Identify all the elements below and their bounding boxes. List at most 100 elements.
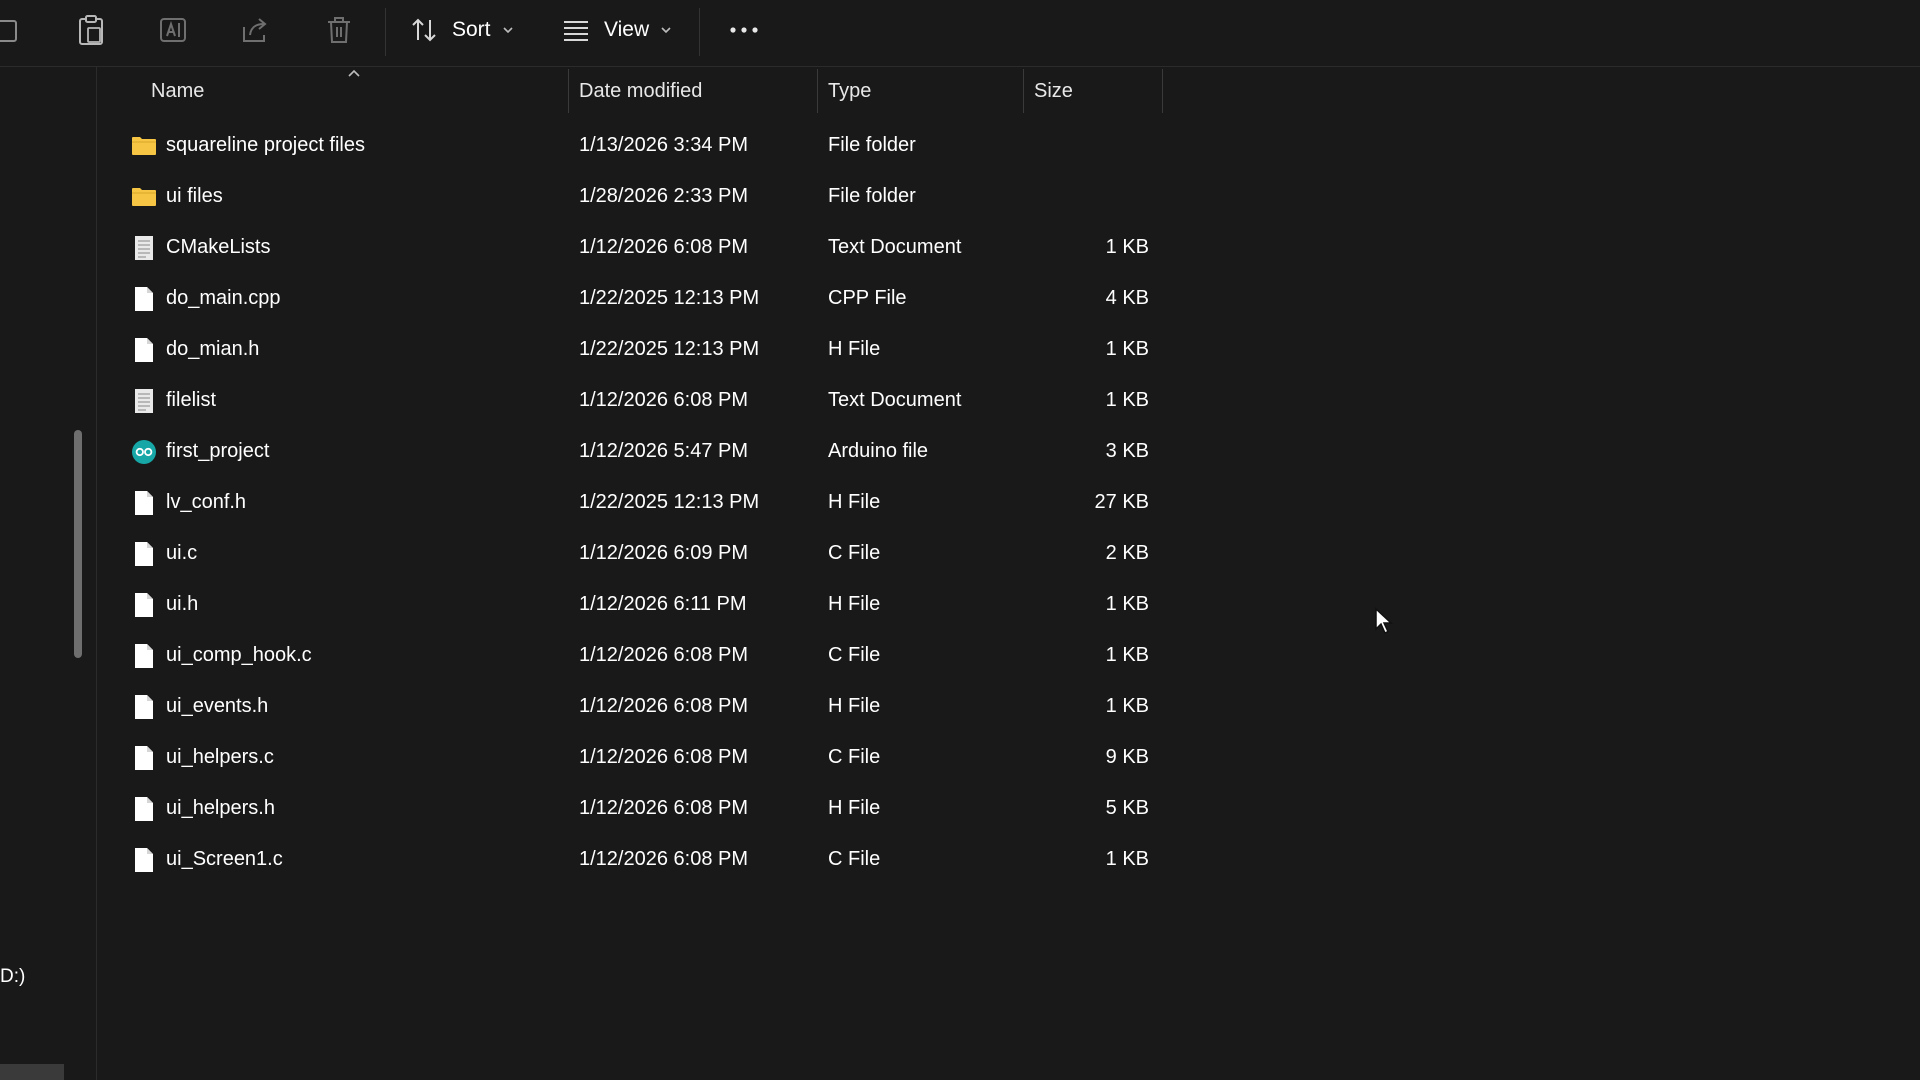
file-icon	[131, 273, 157, 324]
file-size: 1 KB	[1105, 695, 1149, 717]
file-row[interactable]: ui_comp_hook.c 1/12/2026 6:08 PM C File …	[97, 630, 1157, 681]
arduino-icon	[131, 426, 157, 477]
file-icon	[131, 732, 157, 783]
file-date-modified: 1/22/2025 12:13 PM	[579, 491, 760, 513]
file-type: CPP File	[828, 287, 907, 309]
file-row[interactable]: ui.h 1/12/2026 6:11 PM H File 1 KB	[97, 579, 1157, 630]
view-label: View	[604, 18, 650, 41]
file-date-modified: 1/12/2026 6:08 PM	[579, 644, 749, 666]
sort-icon	[412, 18, 436, 42]
text-file-icon	[131, 375, 157, 426]
file-type: C File	[828, 542, 881, 564]
sort-button[interactable]: Sort	[410, 10, 516, 50]
file-name: ui_helpers.h	[166, 797, 275, 819]
file-type: H File	[828, 695, 881, 717]
file-icon	[131, 528, 157, 579]
file-name: filelist	[166, 389, 217, 411]
list-view-icon	[564, 21, 588, 41]
file-type: Arduino file	[828, 440, 929, 462]
file-row[interactable]: do_mian.h 1/22/2025 12:13 PM H File 1 KB	[97, 324, 1157, 375]
file-row[interactable]: ui_events.h 1/12/2026 6:08 PM H File 1 K…	[97, 681, 1157, 732]
navigation-pane: D:)	[0, 67, 97, 1080]
more-icon	[730, 27, 758, 33]
share-button[interactable]	[238, 10, 272, 50]
chevron-down-icon	[661, 27, 671, 34]
copy-button[interactable]	[0, 10, 22, 50]
file-row[interactable]: ui_helpers.c 1/12/2026 6:08 PM C File 9 …	[97, 732, 1157, 783]
file-row[interactable]: filelist 1/12/2026 6:08 PM Text Document…	[97, 375, 1157, 426]
more-options-button[interactable]	[724, 10, 764, 50]
file-size: 1 KB	[1105, 848, 1149, 870]
file-date-modified: 1/12/2026 6:08 PM	[579, 797, 749, 819]
file-type: H File	[828, 491, 881, 513]
column-header-name[interactable]: Name	[151, 67, 551, 115]
file-date-modified: 1/22/2025 12:13 PM	[579, 338, 760, 360]
mouse-cursor-icon	[1375, 607, 1393, 635]
command-bar: Sort View	[0, 0, 1920, 67]
file-size: 1 KB	[1105, 593, 1149, 615]
file-row[interactable]: do_main.cpp 1/22/2025 12:13 PM CPP File …	[97, 273, 1157, 324]
column-header-date[interactable]: Date modified	[579, 67, 819, 115]
file-name: ui_events.h	[166, 695, 269, 717]
file-size: 2 KB	[1105, 542, 1149, 564]
file-name: CMakeLists	[166, 236, 271, 258]
file-size: 4 KB	[1105, 287, 1149, 309]
file-row[interactable]: CMakeLists 1/12/2026 6:08 PM Text Docume…	[97, 222, 1157, 273]
file-name: ui_comp_hook.c	[166, 644, 312, 666]
chevron-down-icon	[502, 27, 513, 34]
file-row[interactable]: ui files 1/28/2026 2:33 PM File folder	[97, 171, 1157, 222]
file-row[interactable]: ui_Screen1.c 1/12/2026 6:08 PM C File 1 …	[97, 834, 1157, 885]
column-header-type[interactable]: Type	[828, 67, 1018, 115]
file-date-modified: 1/28/2026 2:33 PM	[579, 185, 749, 207]
file-type: C File	[828, 746, 881, 768]
column-divider[interactable]	[568, 69, 569, 113]
file-type: C File	[828, 644, 881, 666]
file-size	[1037, 171, 1149, 222]
file-name: ui files	[166, 185, 223, 207]
copy-icon	[0, 20, 17, 42]
file-date-modified: 1/12/2026 6:08 PM	[579, 746, 749, 768]
file-row[interactable]: lv_conf.h 1/22/2025 12:13 PM H File 27 K…	[97, 477, 1157, 528]
column-header: Name Date modified Type Size	[97, 67, 1920, 115]
drive-item[interactable]: D:)	[0, 966, 25, 988]
file-date-modified: 1/12/2026 6:11 PM	[579, 593, 747, 615]
file-row[interactable]: ui_helpers.h 1/12/2026 6:08 PM H File 5 …	[97, 783, 1157, 834]
file-date-modified: 1/22/2025 12:13 PM	[579, 287, 760, 309]
navigation-scrollbar[interactable]	[74, 430, 82, 658]
file-name: ui_Screen1.c	[166, 848, 283, 870]
file-row[interactable]: ui.c 1/12/2026 6:09 PM C File 2 KB	[97, 528, 1157, 579]
file-row[interactable]: first_project 1/12/2026 5:47 PM Arduino …	[97, 426, 1157, 477]
view-button[interactable]: View	[562, 10, 674, 50]
file-size: 1 KB	[1105, 236, 1149, 258]
sort-label: Sort	[452, 18, 491, 41]
delete-button[interactable]	[322, 10, 356, 50]
rename-icon	[160, 18, 186, 42]
file-type: Text Document	[828, 236, 962, 258]
file-name: ui.h	[166, 593, 199, 615]
file-date-modified: 1/12/2026 6:09 PM	[579, 542, 749, 564]
rename-button[interactable]	[156, 10, 190, 50]
file-icon	[131, 681, 157, 732]
file-type: File folder	[828, 185, 916, 207]
column-header-size[interactable]: Size	[1034, 67, 1154, 115]
file-size: 3 KB	[1105, 440, 1149, 462]
navigation-bottom-item[interactable]	[0, 1064, 64, 1080]
toolbar-divider	[385, 8, 386, 56]
folder-icon	[131, 120, 157, 171]
file-type: H File	[828, 593, 881, 615]
file-name: ui.c	[166, 542, 198, 564]
file-name: squareline project files	[166, 134, 365, 156]
file-icon	[131, 783, 157, 834]
column-divider[interactable]	[1023, 69, 1024, 113]
column-divider[interactable]	[1162, 69, 1163, 113]
file-name: do_main.cpp	[166, 287, 281, 309]
file-row[interactable]: squareline project files 1/13/2026 3:34 …	[97, 120, 1157, 171]
file-size: 1 KB	[1105, 389, 1149, 411]
file-date-modified: 1/12/2026 6:08 PM	[579, 695, 749, 717]
paste-button[interactable]	[74, 10, 108, 50]
column-divider[interactable]	[817, 69, 818, 113]
toolbar-divider	[699, 8, 700, 56]
file-icon	[131, 630, 157, 681]
file-date-modified: 1/12/2026 6:08 PM	[579, 848, 749, 870]
file-list: squareline project files 1/13/2026 3:34 …	[97, 120, 1157, 885]
